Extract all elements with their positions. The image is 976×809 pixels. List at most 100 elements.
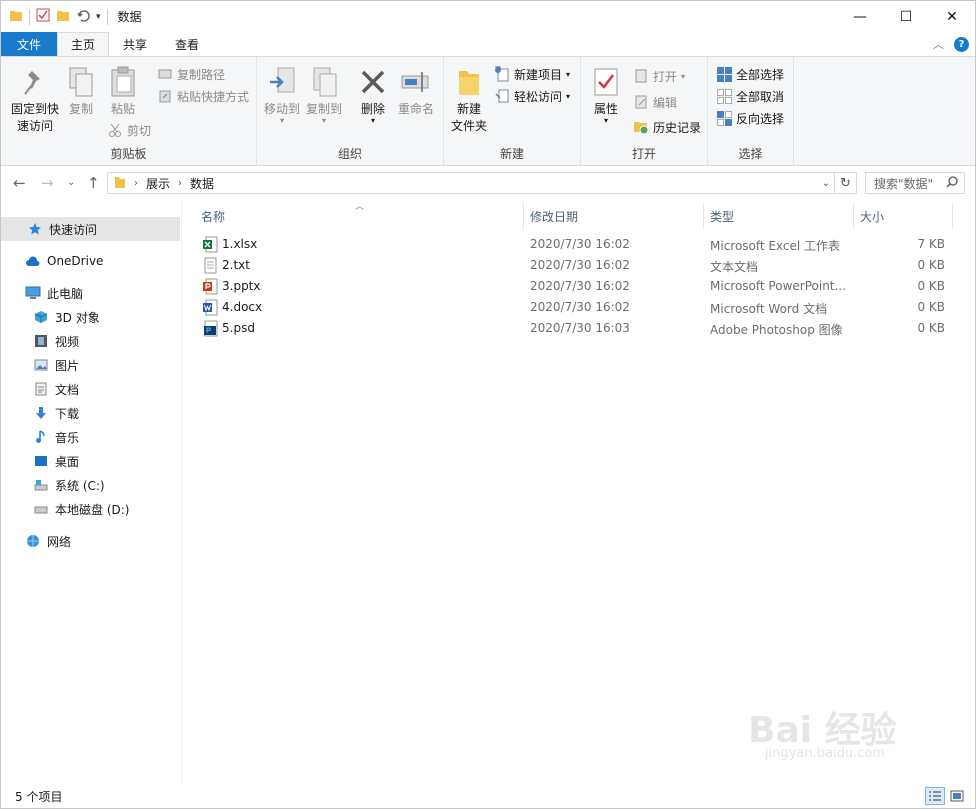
new-folder-icon[interactable] (56, 8, 70, 25)
maximize-button[interactable]: ☐ (883, 1, 929, 32)
properties-button[interactable]: 属性 ▾ (587, 65, 625, 125)
column-header-name[interactable]: 名称 (201, 203, 225, 229)
baidu-watermark-url: jingyan.baidu.com (765, 746, 885, 761)
excel-icon (203, 236, 218, 253)
forward-arrow-icon[interactable]: → (41, 174, 54, 192)
column-divider[interactable] (523, 203, 524, 229)
address-dropdown-icon[interactable]: ⌄ (822, 178, 830, 189)
move-to-button[interactable]: 移动到 ▾ (261, 65, 303, 125)
column-divider[interactable] (703, 203, 704, 229)
search-icon[interactable] (946, 176, 958, 191)
column-header-type[interactable]: 类型 (710, 203, 734, 229)
group-open: 属性 ▾ 打开 ▾ 编辑 历史记录 打开 (581, 57, 708, 165)
breadcrumb-item[interactable]: 数据 (190, 175, 214, 192)
minimize-button[interactable]: — (837, 1, 883, 32)
close-button[interactable]: ✕ (929, 1, 975, 32)
toolbar-divider (29, 8, 30, 25)
rename-button[interactable]: 重命名 (395, 65, 437, 118)
open-button[interactable]: 打开 ▾ (633, 66, 685, 86)
column-divider[interactable] (853, 203, 854, 229)
view-toggle (925, 787, 967, 805)
new-folder-button[interactable]: 新建 文件夹 (448, 65, 490, 135)
select-all-button[interactable]: 全部选择 (716, 64, 784, 84)
ribbon-home: 固定到快 速访问 复制 粘贴 复制路径 粘贴快捷方式 剪切 剪贴板 移动到 ▾ … (1, 56, 975, 166)
tab-share[interactable]: 共享 (109, 32, 161, 56)
file-type: Microsoft Word 文档 (710, 302, 828, 316)
music-note-icon (33, 429, 49, 445)
large-icons-view-icon[interactable] (947, 787, 967, 805)
invert-selection-button[interactable]: 反向选择 (716, 108, 784, 128)
table-row[interactable]: 3.pptx 2020/7/30 16:02 Microsoft PowerPo… (199, 276, 959, 297)
edit-button[interactable]: 编辑 (633, 92, 677, 112)
table-row[interactable]: 1.xlsx 2020/7/30 16:02 Microsoft Excel 工… (199, 234, 959, 255)
group-open-label: 打开 (631, 147, 656, 161)
breadcrumb-item[interactable]: 展示 (146, 175, 170, 192)
history-button[interactable]: 历史记录 (633, 117, 701, 137)
sidebar-item-label: 本地磁盘 (D:) (55, 502, 130, 517)
select-none-button[interactable]: 全部取消 (716, 86, 784, 106)
select-none-icon (716, 88, 732, 104)
copy-path-button[interactable]: 复制路径 (157, 64, 225, 84)
file-name: 5.psd (222, 321, 255, 335)
address-bar[interactable]: › 展示 › 数据 ⌄ (107, 172, 835, 194)
copy-to-button[interactable]: 复制到 ▾ (303, 65, 345, 125)
breadcrumb-chevron-icon: › (178, 177, 183, 189)
properties-check-icon[interactable] (36, 8, 50, 25)
new-item-button[interactable]: 新建项目 ▾ (494, 64, 570, 84)
paste-shortcut-button[interactable]: 粘贴快捷方式 (157, 86, 249, 106)
table-row[interactable]: 4.docx 2020/7/30 16:02 Microsoft Word 文档… (199, 297, 959, 318)
help-icon[interactable]: ? (954, 36, 969, 52)
sidebar-item-network[interactable]: 网络 (1, 529, 180, 553)
file-date: 2020/7/30 16:02 (530, 237, 630, 251)
file-type: 文本文档 (710, 260, 759, 274)
pin-label-line2: 速访问 (16, 119, 53, 133)
file-type: Microsoft PowerPoint... (710, 279, 846, 293)
sidebar-item-label: 图片 (55, 358, 80, 373)
edit-icon (633, 94, 649, 110)
sidebar-item-videos[interactable]: 视频 (1, 329, 180, 353)
sidebar-item-drive-d[interactable]: 本地磁盘 (D:) (1, 497, 180, 521)
sidebar-item-onedrive[interactable]: OneDrive (1, 249, 180, 273)
file-date: 2020/7/30 16:02 (530, 300, 630, 314)
photoshop-icon (204, 320, 218, 337)
column-divider[interactable] (952, 203, 953, 229)
cut-button[interactable]: 剪切 (107, 120, 151, 140)
tab-view[interactable]: 查看 (161, 32, 213, 56)
recent-locations-icon[interactable]: ⌄ (67, 177, 75, 188)
search-input[interactable]: 搜索"数据" (865, 172, 965, 194)
text-file-icon (204, 257, 217, 274)
collapse-ribbon-icon[interactable]: ︿ (933, 36, 944, 52)
up-arrow-icon[interactable]: ↑ (87, 174, 100, 192)
sidebar-item-this-pc[interactable]: 此电脑 (1, 281, 180, 305)
table-row[interactable]: 5.psd 2020/7/30 16:03 Adobe Photoshop 图像… (199, 318, 959, 339)
customize-dropdown-icon[interactable]: ▾ (96, 12, 101, 22)
sidebar-item-quick-access[interactable]: 快速访问 (1, 217, 180, 241)
search-placeholder: 搜索"数据" (874, 176, 934, 191)
sidebar-item-label: 视频 (55, 334, 80, 349)
sidebar-item-desktop[interactable]: 桌面 (1, 449, 180, 473)
sidebar-item-drive-c[interactable]: 系统 (C:) (1, 473, 180, 497)
refresh-icon[interactable]: ↻ (835, 172, 857, 194)
column-header-size[interactable]: 大小 (860, 203, 884, 229)
delete-button[interactable]: 删除 ▾ (355, 65, 391, 125)
details-view-icon[interactable] (925, 787, 945, 805)
sidebar-item-documents[interactable]: 文档 (1, 377, 180, 401)
undo-icon[interactable] (76, 8, 90, 25)
sidebar-item-pictures[interactable]: 图片 (1, 353, 180, 377)
sidebar-item-music[interactable]: 音乐 (1, 425, 180, 449)
copy-path-icon (157, 66, 173, 82)
copy-button[interactable]: 复制 (63, 65, 99, 118)
back-arrow-icon[interactable]: ← (13, 174, 26, 192)
pin-quick-access-button[interactable]: 固定到快 速访问 (7, 65, 63, 135)
sidebar-item-downloads[interactable]: 下载 (1, 401, 180, 425)
cut-label: 剪切 (127, 123, 152, 138)
move-to-icon (266, 65, 298, 99)
sidebar-item-3d-objects[interactable]: 3D 对象 (1, 305, 180, 329)
table-row[interactable]: 2.txt 2020/7/30 16:02 文本文档 0 KB (199, 255, 959, 276)
column-header-date[interactable]: 修改日期 (530, 203, 578, 229)
tab-file[interactable]: 文件 (1, 32, 57, 56)
paste-button[interactable]: 粘贴 (103, 65, 143, 118)
paste-shortcut-icon (157, 88, 173, 104)
tab-home[interactable]: 主页 (57, 32, 109, 56)
easy-access-button[interactable]: 轻松访问 ▾ (494, 86, 570, 106)
